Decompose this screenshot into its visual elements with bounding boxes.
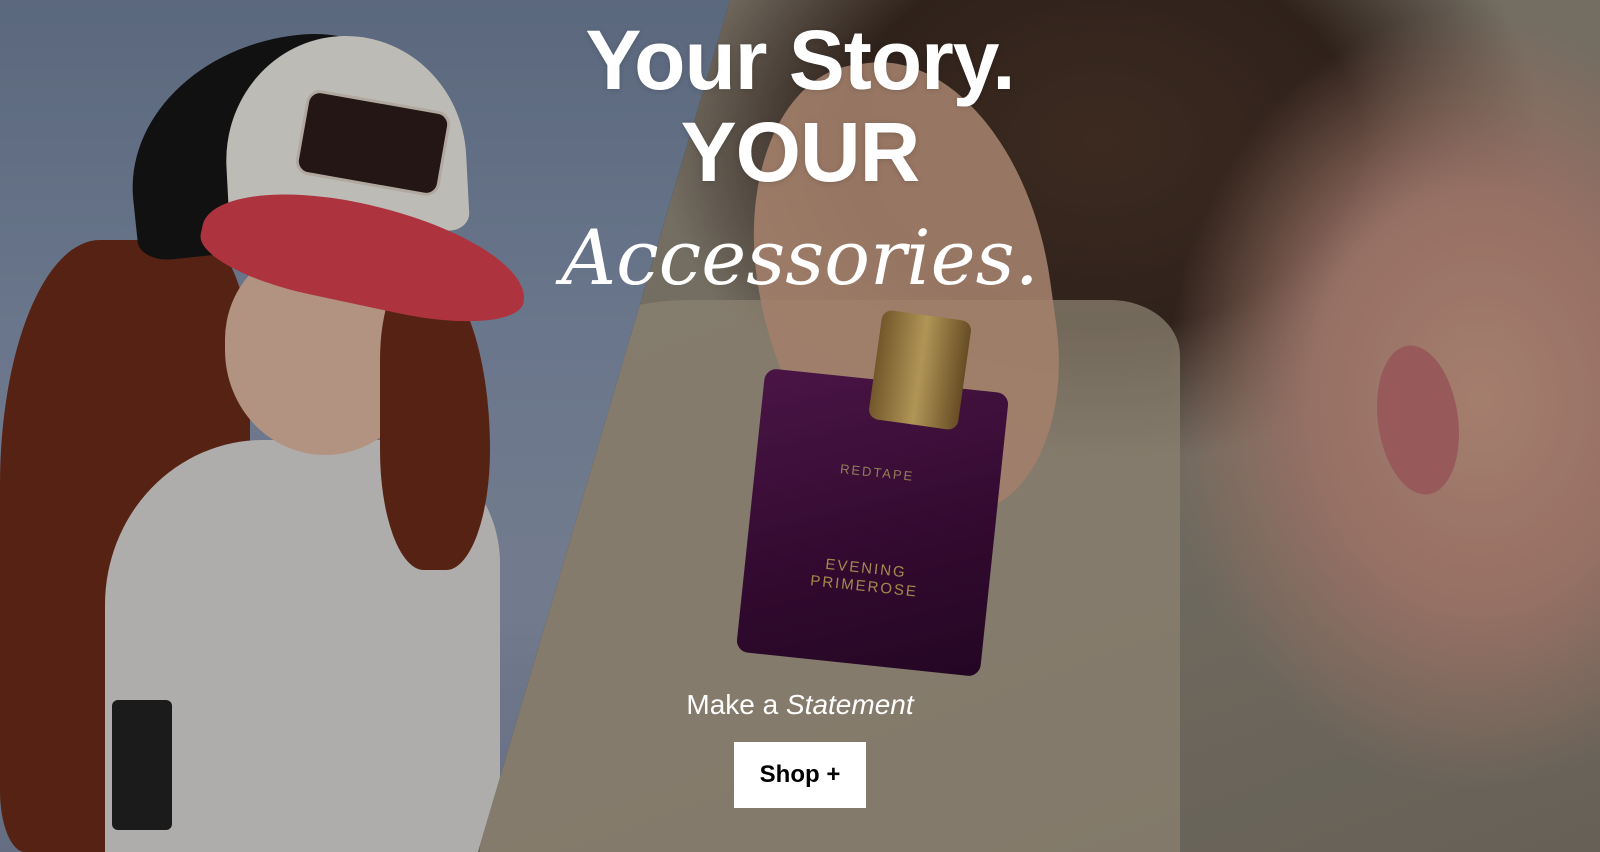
hero-banner: REDTAPE EVENING PRIMEROSE Your Story. YO…	[0, 0, 1600, 852]
headline-line-1: Your Story.	[585, 13, 1015, 107]
shop-button[interactable]: Shop +	[734, 742, 866, 808]
headline-script: Accessories.	[561, 213, 1039, 302]
hero-content: Your Story. YOUR Accessories. Make a Sta…	[0, 0, 1600, 852]
hero-tagline: Make a Statement	[0, 688, 1600, 722]
headline-line-2: YOUR	[680, 105, 921, 199]
hero-headline: Your Story. YOUR	[0, 14, 1600, 198]
tagline-emphasis: Statement	[785, 689, 914, 720]
tagline-prefix: Make a	[686, 689, 779, 720]
